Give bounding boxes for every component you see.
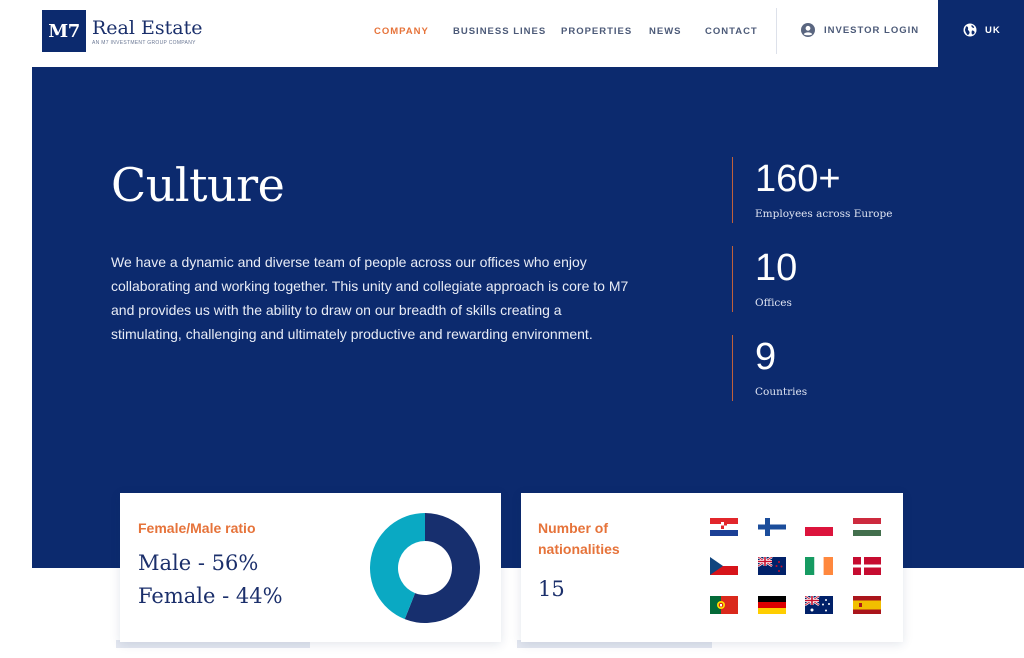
nationalities-card-title-line2: nationalities xyxy=(538,541,620,557)
nationalities-count: 15 xyxy=(538,577,565,601)
male-ratio-text: Male - 56% xyxy=(138,551,259,575)
ratio-card-title: Female/Male ratio xyxy=(138,520,256,536)
hungary-flag xyxy=(853,518,881,536)
portugal-flag xyxy=(710,596,738,614)
language-selector-box: UK xyxy=(938,0,1024,67)
logo-mark: M7 xyxy=(42,10,86,52)
nav-company[interactable]: COMPANY xyxy=(374,26,429,37)
nav-properties[interactable]: PROPERTIES xyxy=(561,26,632,37)
nationalities-card-title-line1: Number of xyxy=(538,520,608,536)
nav-business-lines[interactable]: BUSINESS LINES xyxy=(453,26,546,37)
stat-employees: 160+ Employees across Europe xyxy=(732,157,922,223)
ratio-card: Female/Male ratio Male - 56% Female - 44… xyxy=(120,493,501,642)
stat-countries: 9 Countries xyxy=(732,335,922,401)
spain-flag xyxy=(853,596,881,614)
new-zealand-flag xyxy=(758,557,786,575)
stat-label: Countries xyxy=(755,386,808,398)
ireland-flag xyxy=(805,557,833,575)
denmark-flag xyxy=(853,557,881,575)
user-icon xyxy=(801,23,815,37)
hero-paragraph: We have a dynamic and diverse team of pe… xyxy=(111,254,629,342)
site-header: M7 Real Estate AN M7 INVESTMENT GROUP CO… xyxy=(0,0,938,67)
page-title: Culture xyxy=(111,158,285,212)
nav-news[interactable]: NEWS xyxy=(649,26,682,37)
croatia-flag xyxy=(710,518,738,536)
language-selector[interactable]: UK xyxy=(963,23,1001,37)
stat-value: 10 xyxy=(755,247,798,289)
stat-label: Employees across Europe xyxy=(755,208,893,220)
female-ratio-text: Female - 44% xyxy=(138,584,283,608)
poland-flag xyxy=(805,518,833,536)
stat-value: 160+ xyxy=(755,158,841,200)
czech-flag xyxy=(710,557,738,575)
nav-contact[interactable]: CONTACT xyxy=(705,26,758,37)
investor-login-label: INVESTOR LOGIN xyxy=(824,24,920,36)
australia-flag xyxy=(805,596,833,614)
finland-flag xyxy=(758,518,786,536)
logo-subtitle: AN M7 INVESTMENT GROUP COMPANY xyxy=(92,39,196,46)
gender-donut-chart xyxy=(370,513,480,623)
globe-icon xyxy=(963,23,977,37)
germany-flag xyxy=(758,596,786,614)
logo-name: Real Estate xyxy=(92,16,203,39)
nationalities-card: Number of nationalities 15 xyxy=(521,493,903,642)
language-label: UK xyxy=(985,24,1001,36)
stat-offices: 10 Offices xyxy=(732,246,922,312)
logo[interactable]: M7 Real Estate AN M7 INVESTMENT GROUP CO… xyxy=(42,10,202,52)
investor-login-link[interactable]: INVESTOR LOGIN xyxy=(801,23,919,37)
nav-divider xyxy=(776,8,777,54)
stat-value: 9 xyxy=(755,336,777,378)
stat-label: Offices xyxy=(755,297,792,309)
